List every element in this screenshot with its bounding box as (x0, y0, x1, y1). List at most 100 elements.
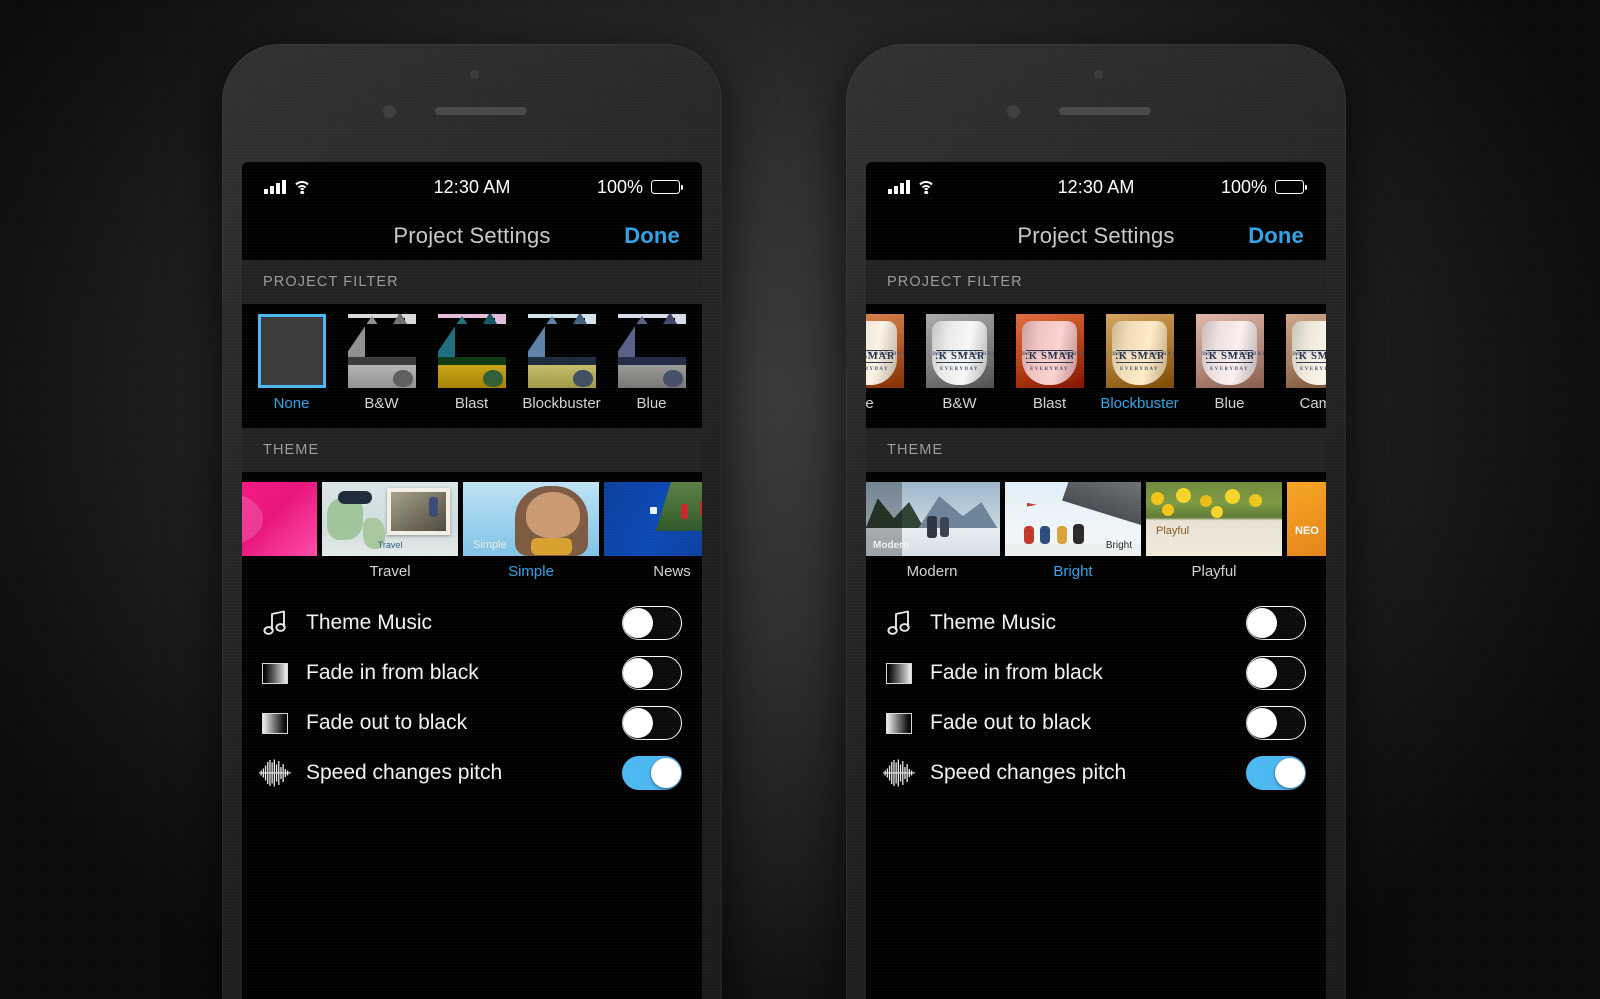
settings-row[interactable]: Theme Music (866, 598, 1326, 648)
filter-option[interactable]: DON'T WORK HARD WORK SMARTER EVERYDAY B&… (920, 314, 999, 412)
row-icon (882, 706, 916, 740)
settings-row[interactable]: Fade in from black (242, 648, 702, 698)
music-note-icon (263, 610, 286, 635)
filter-thumbnail[interactable] (617, 314, 686, 388)
theme-badge: Bright (1105, 540, 1132, 551)
row-icon (258, 756, 292, 790)
settings-row[interactable]: Speed changes pitch (866, 748, 1326, 798)
settings-row-label: Fade out to black (930, 711, 1092, 734)
toggle-knob (623, 708, 653, 738)
status-bar: 12:30 AM 100% (866, 162, 1326, 212)
theme-label: News (653, 563, 691, 580)
project-filter-strip-right[interactable]: DON'T WORK HARD WORK SMARTER EVERYDAY e … (866, 304, 1326, 416)
toggle-switch[interactable] (622, 656, 682, 690)
status-bar-right: 100% (1220, 162, 1308, 212)
filter-thumbnail[interactable] (437, 314, 506, 388)
filter-label: Blue (1214, 395, 1245, 412)
row-icon (258, 606, 292, 640)
theme-badge: Simple (473, 539, 507, 551)
theme-option[interactable] (242, 482, 318, 563)
theme-option[interactable]: Playful Playful (1145, 482, 1283, 580)
navigation-bar: Project Settings Done (242, 212, 702, 260)
project-filter-section-header: PROJECT FILTER (242, 260, 702, 304)
settings-row[interactable]: Speed changes pitch (242, 748, 702, 798)
theme-option[interactable]: Bright Bright (1004, 482, 1142, 580)
theme-label: Simple (508, 563, 554, 580)
toggle-knob (1247, 658, 1277, 688)
row-icon (882, 756, 916, 790)
toggle-switch[interactable] (622, 706, 682, 740)
theme-strip-left[interactable]: Travel Travel SimpleSimple News News (242, 472, 702, 584)
filter-option[interactable]: B&W (342, 314, 421, 412)
volume-button-right[interactable] (846, 304, 847, 374)
settings-row[interactable]: Fade in from black (866, 648, 1326, 698)
done-button[interactable]: Done (1248, 223, 1304, 249)
filter-option[interactable]: DON'T WORK HARD WORK SMARTER EVERYDAY Bl… (1100, 314, 1179, 412)
toggle-switch[interactable] (1246, 656, 1306, 690)
phone-top-bezel-right (846, 44, 1346, 162)
phone-device-right: 12:30 AM 100% Project Settings Done PROJ… (846, 44, 1346, 999)
theme-thumbnail[interactable]: News (604, 482, 702, 556)
theme-option[interactable]: Simple Simple (462, 482, 600, 580)
theme-thumbnail[interactable]: Bright (1005, 482, 1141, 556)
filter-option[interactable]: None (252, 314, 331, 412)
fade-in-icon (886, 662, 912, 684)
theme-thumbnail[interactable]: NEO (1287, 482, 1326, 556)
filter-option[interactable]: Blue (612, 314, 691, 412)
theme-option[interactable]: Travel Travel (321, 482, 459, 580)
filter-option[interactable]: DON'T WORK HARD WORK SMARTER EVERYDAY Bl… (1010, 314, 1089, 412)
theme-thumbnail[interactable]: Modern (866, 482, 1000, 556)
filter-thumbnail[interactable] (347, 314, 416, 388)
coffee-mug-art: DON'T WORK HARD WORK SMARTER EVERYDAY (925, 314, 994, 388)
toggle-switch[interactable] (622, 606, 682, 640)
theme-option[interactable]: News News (603, 482, 702, 580)
done-button[interactable]: Done (624, 223, 680, 249)
filter-thumbnail[interactable]: DON'T WORK HARD WORK SMARTER EVERYDAY (1015, 314, 1084, 388)
toggle-knob (1275, 758, 1305, 788)
project-filter-section-header: PROJECT FILTER (866, 260, 1326, 304)
theme-thumbnail[interactable]: Playful (1146, 482, 1282, 556)
theme-thumbnail[interactable]: Simple (463, 482, 599, 556)
filter-thumbnail[interactable] (527, 314, 596, 388)
filter-thumbnail[interactable]: DON'T WORK HARD WORK SMARTER EVERYDAY (866, 314, 904, 388)
filter-option[interactable]: Blockbuster (522, 314, 601, 412)
theme-strip-right[interactable]: Modern Modern Bright Bright Playful Playful… (866, 472, 1326, 584)
project-filter-strip-left[interactable]: None B&W Blast Blockbuster Blue (242, 304, 702, 416)
toggle-switch[interactable] (1246, 606, 1306, 640)
volume-button-left[interactable] (222, 304, 223, 374)
battery-percent-label: 100% (1220, 176, 1267, 197)
filter-thumbnail[interactable]: DON'T WORK HARD WORK SMARTER EVERYDAY (1195, 314, 1264, 388)
filter-option[interactable]: DON'T WORK HARD WORK SMARTER EVERYDAY Bl… (1190, 314, 1269, 412)
phone-screen-left: 12:30 AM 100% Project Settings Done PROJ… (242, 162, 702, 999)
filter-label: Blast (454, 395, 489, 412)
theme-label: Travel (369, 563, 411, 580)
settings-row[interactable]: Theme Music (242, 598, 702, 648)
row-icon (882, 656, 916, 690)
phone-top-bezel-left (222, 44, 722, 162)
filter-thumbnail[interactable]: DON'T WORK HARD WORK SMARTER EVERYDAY (925, 314, 994, 388)
theme-badge: Travel (377, 540, 403, 550)
filter-option[interactable]: DON'T WORK HARD WORK SMARTER EVERYDAY e (866, 314, 909, 412)
filter-thumbnail[interactable]: DON'T WORK HARD WORK SMARTER EVERYDAY (1285, 314, 1326, 388)
filter-thumbnail[interactable] (257, 314, 326, 388)
navigation-bar: Project Settings Done (866, 212, 1326, 260)
settings-row[interactable]: Fade out to black (242, 698, 702, 748)
filter-thumbnail[interactable]: DON'T WORK HARD WORK SMARTER EVERYDAY (1105, 314, 1174, 388)
toggle-switch[interactable] (622, 756, 682, 790)
settings-row[interactable]: Fade out to black (866, 698, 1326, 748)
toggle-knob (623, 658, 653, 688)
toggle-switch[interactable] (1246, 756, 1306, 790)
theme-option[interactable]: Modern Modern (866, 482, 1001, 580)
filter-option[interactable]: Blast (432, 314, 511, 412)
theme-thumbnail[interactable] (242, 482, 317, 556)
filter-option[interactable]: DON'T WORK HARD WORK SMARTER EVERYDAY Ca… (1280, 314, 1326, 412)
theme-section-header: THEME (242, 428, 702, 472)
earpiece-speaker (435, 107, 527, 115)
battery-percent-label: 100% (596, 176, 643, 197)
theme-thumbnail[interactable]: Travel (322, 482, 458, 556)
battery-icon (1275, 180, 1308, 194)
theme-option[interactable]: NEO (1286, 482, 1326, 563)
waveform-icon (883, 759, 915, 787)
toggle-switch[interactable] (1246, 706, 1306, 740)
theme-badge: Playful (1156, 525, 1190, 537)
